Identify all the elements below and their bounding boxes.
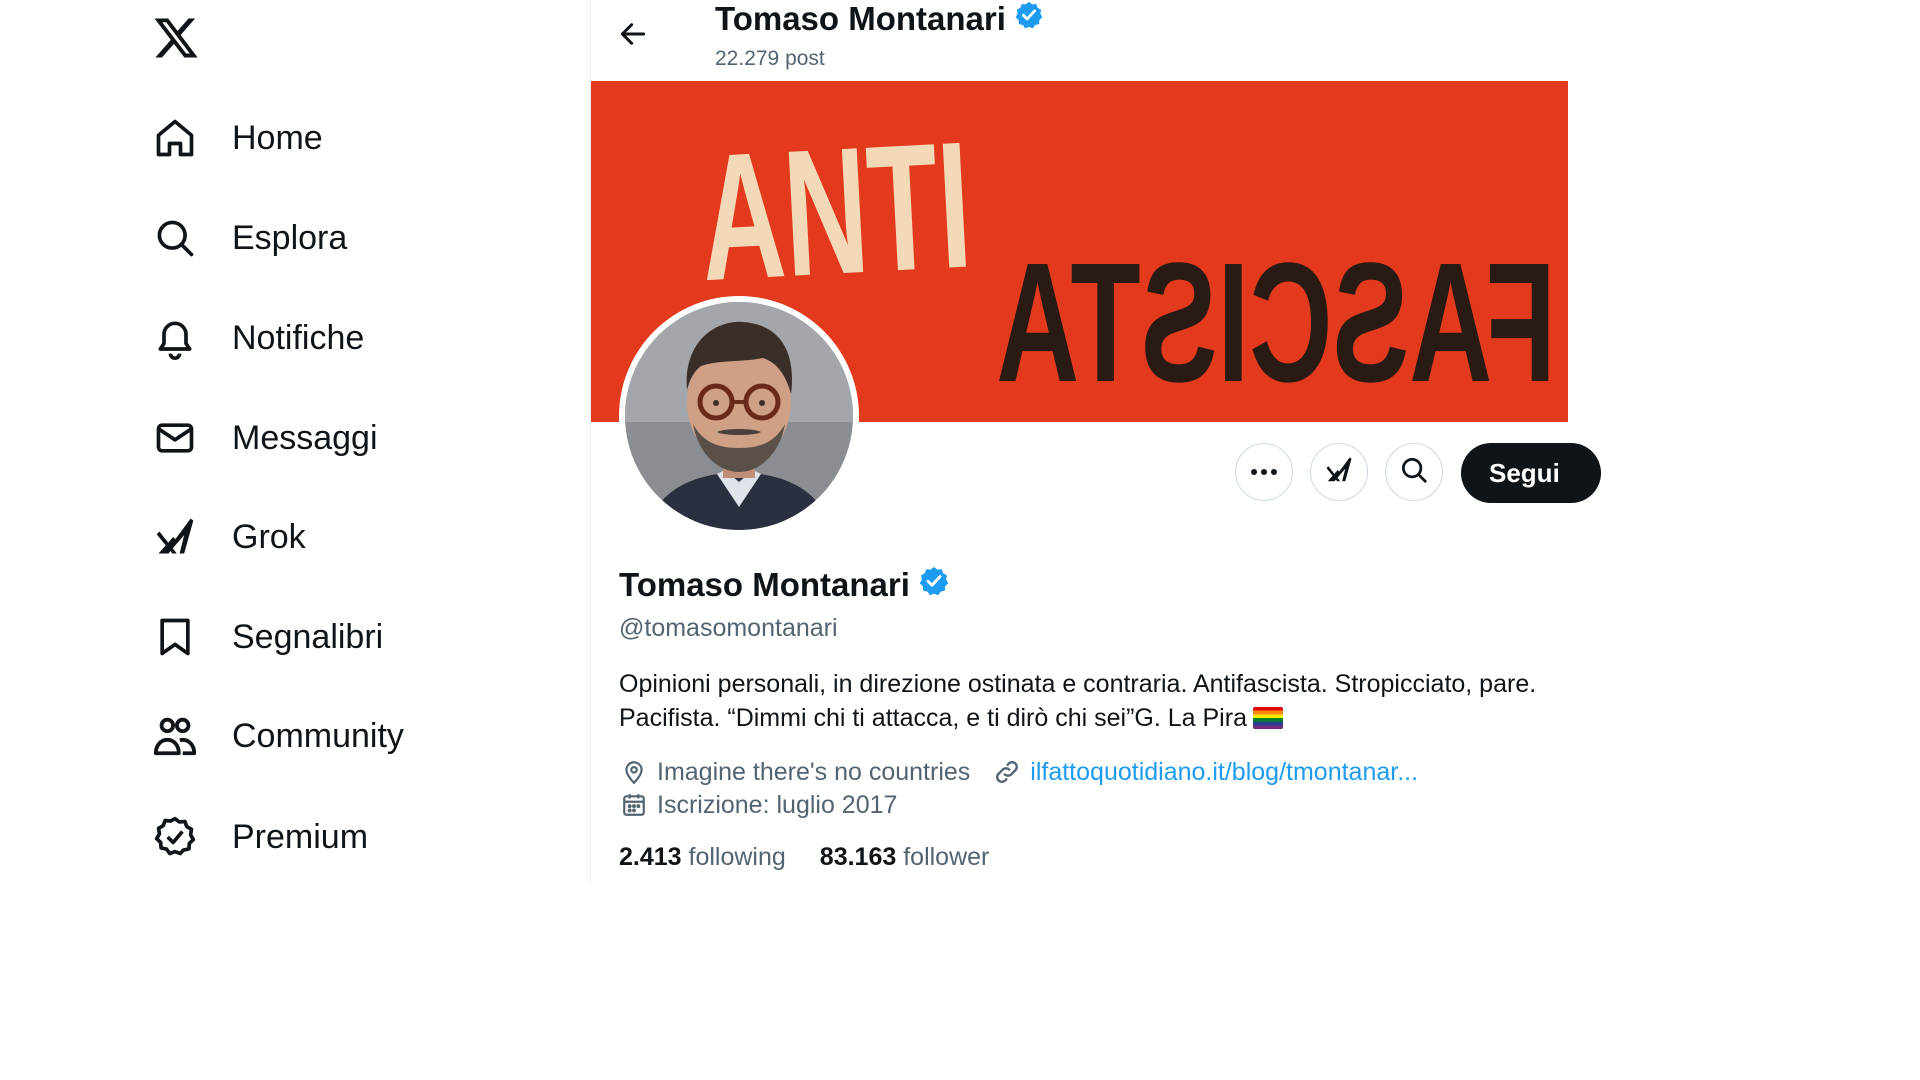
following-label: following — [688, 843, 786, 871]
profile-name-row: Tomaso Montanari — [619, 565, 950, 605]
profile-joined-row: Iscrizione: luglio 2017 — [619, 789, 897, 821]
profile-stats: 2.413 following 83.163 follower — [619, 843, 989, 872]
following-stat[interactable]: 2.413 following — [619, 843, 786, 872]
profile-header-bar: Tomaso Montanari 22.279 post — [591, 0, 1568, 80]
profile-location: Imagine there's no countries — [657, 757, 971, 786]
follow-button[interactable]: Segui — [1461, 443, 1601, 503]
followers-count: 83.163 — [819, 843, 897, 871]
post-count: 22.279 post — [715, 47, 825, 70]
bookmark-icon — [150, 612, 200, 662]
nav-home-label: Home — [232, 118, 323, 157]
grok-icon — [1324, 455, 1354, 490]
nav-grok[interactable]: Grok — [150, 502, 306, 572]
banner-text-fascista: FASCISTA — [996, 228, 1556, 418]
calendar-icon — [619, 790, 649, 820]
nav-notifications[interactable]: Notifiche — [150, 303, 364, 373]
nav-messages[interactable]: Messaggi — [150, 403, 378, 473]
nav-grok-label: Grok — [232, 517, 306, 556]
followers-stat[interactable]: 83.163 follower — [820, 843, 990, 872]
nav-explore-label: Esplora — [232, 218, 348, 257]
verified-badge-icon[interactable] — [1014, 0, 1044, 38]
nav-messages-label: Messaggi — [232, 418, 378, 457]
search-icon — [150, 213, 200, 263]
profile-handle: @tomasomontanari — [619, 614, 838, 642]
header-title: Tomaso Montanari — [715, 0, 1044, 38]
nav-notifications-label: Notifiche — [232, 318, 365, 357]
premium-icon — [150, 812, 200, 862]
nav-home[interactable]: Home — [150, 103, 323, 173]
nav-bookmarks[interactable]: Segnalibri — [150, 602, 383, 672]
profile-bio: Opinioni personali, in direzione ostinat… — [619, 667, 1554, 735]
bell-icon — [150, 313, 200, 363]
nav-bookmarks-label: Segnalibri — [232, 617, 384, 656]
profile-website-link[interactable]: ilfattoquotidiano.it/blog/tmontanar... — [1030, 758, 1418, 787]
link-icon — [992, 757, 1022, 787]
community-icon — [150, 711, 200, 761]
more-dots-icon — [1250, 463, 1278, 481]
header-name: Tomaso Montanari — [715, 0, 1006, 37]
bio-text: Opinioni personali, in direzione ostinat… — [619, 670, 1537, 732]
verified-badge-icon[interactable] — [918, 565, 950, 605]
nav-explore[interactable]: Esplora — [150, 203, 347, 273]
banner-text-anti: ANTI — [696, 105, 976, 320]
search-icon — [1399, 455, 1429, 490]
nav-community-label: Community — [232, 716, 404, 755]
x-logo-icon[interactable] — [152, 14, 200, 62]
nav-premium-label: Premium — [232, 817, 369, 856]
sidebar: Home Esplora Notifiche Messaggi Grok Seg… — [0, 0, 590, 882]
home-icon — [150, 113, 200, 163]
followers-label: follower — [903, 843, 990, 871]
nav-community[interactable]: Community — [150, 701, 404, 771]
profile-joined: Iscrizione: luglio 2017 — [657, 790, 898, 819]
profile-main: Tomaso Montanari 22.279 post ANTI FASCIS… — [591, 0, 1601, 882]
back-arrow-icon[interactable] — [617, 18, 657, 54]
profile-avatar[interactable] — [619, 296, 859, 536]
profile-name: Tomaso Montanari — [619, 566, 910, 603]
location-pin-icon — [619, 757, 649, 787]
grok-profile-button[interactable] — [1310, 443, 1368, 501]
following-count: 2.413 — [619, 843, 682, 871]
mail-icon — [150, 413, 200, 463]
more-options-button[interactable] — [1235, 443, 1293, 501]
search-profile-button[interactable] — [1385, 443, 1443, 501]
profile-meta-row: Imagine there's no countries ilfattoquot… — [619, 756, 1418, 788]
nav-premium[interactable]: Premium — [150, 802, 368, 872]
rainbow-flag-icon — [1252, 707, 1283, 729]
grok-icon — [150, 512, 200, 562]
